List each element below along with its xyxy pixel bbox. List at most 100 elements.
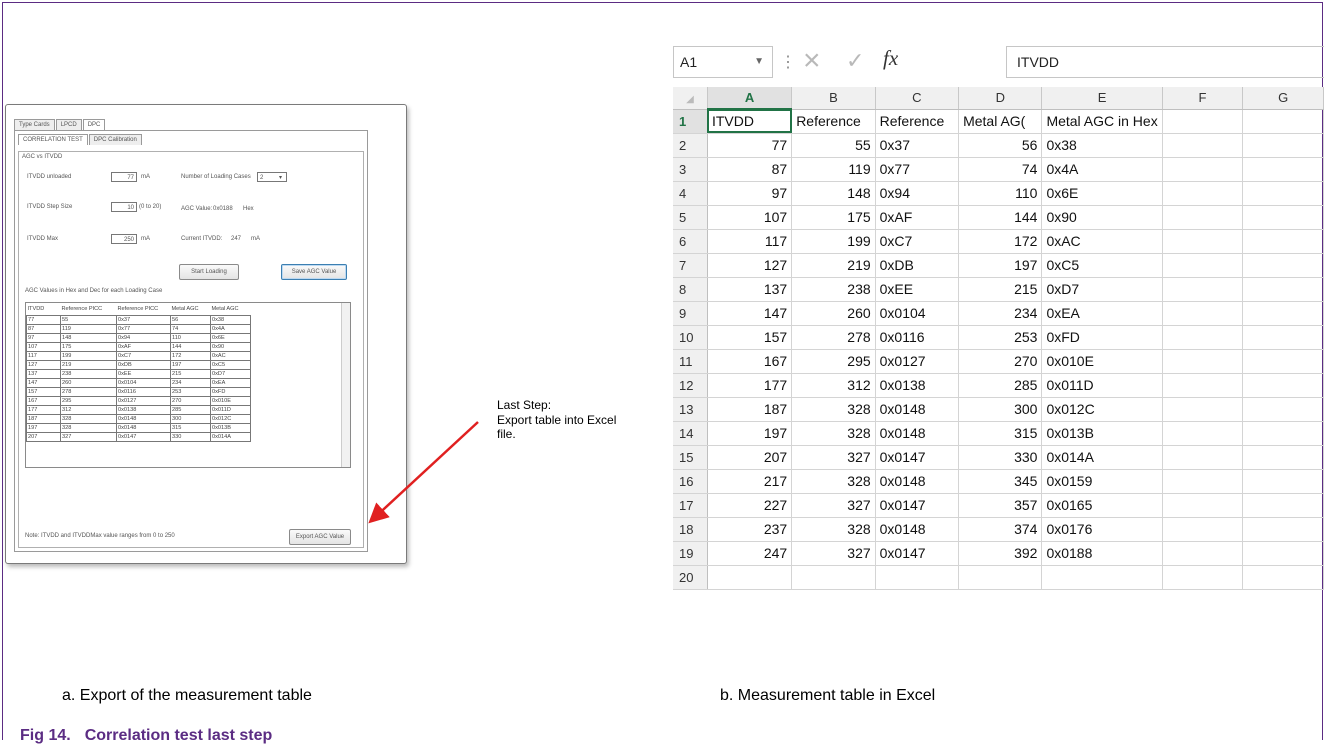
- cell-e18[interactable]: 0x0176: [1041, 517, 1163, 542]
- cell-b19[interactable]: 327: [791, 541, 876, 566]
- tab-lpcd[interactable]: LPCD: [55, 119, 82, 130]
- cell-g17[interactable]: [1242, 493, 1324, 518]
- cell-f12[interactable]: [1162, 373, 1244, 398]
- cell-f1[interactable]: [1162, 109, 1244, 134]
- cell-b3[interactable]: 119: [791, 157, 876, 182]
- cell-b14[interactable]: 328: [791, 421, 876, 446]
- cell-f20[interactable]: [1162, 565, 1244, 590]
- cell-c19[interactable]: 0x0147: [875, 541, 960, 566]
- cell-a3[interactable]: 87: [707, 157, 793, 182]
- cell-g12[interactable]: [1242, 373, 1324, 398]
- cell-f8[interactable]: [1162, 277, 1244, 302]
- cell-a7[interactable]: 127: [707, 253, 793, 278]
- column-header-e[interactable]: E: [1041, 87, 1163, 110]
- cell-e20[interactable]: [1041, 565, 1163, 590]
- cell-f13[interactable]: [1162, 397, 1244, 422]
- cell-g9[interactable]: [1242, 301, 1324, 326]
- cell-e8[interactable]: 0xD7: [1041, 277, 1163, 302]
- cell-c2[interactable]: 0x37: [875, 133, 960, 158]
- cell-e13[interactable]: 0x012C: [1041, 397, 1163, 422]
- cell-b13[interactable]: 328: [791, 397, 876, 422]
- cell-e9[interactable]: 0xEA: [1041, 301, 1163, 326]
- step-size-input[interactable]: 10: [111, 202, 137, 212]
- cell-b2[interactable]: 55: [791, 133, 876, 158]
- column-header-a[interactable]: A: [707, 87, 793, 110]
- row-header[interactable]: 8: [673, 277, 708, 302]
- cell-f14[interactable]: [1162, 421, 1244, 446]
- cell-g5[interactable]: [1242, 205, 1324, 230]
- cell-d15[interactable]: 330: [958, 445, 1043, 470]
- cell-g14[interactable]: [1242, 421, 1324, 446]
- cell-e7[interactable]: 0xC5: [1041, 253, 1163, 278]
- row-header[interactable]: 16: [673, 469, 708, 494]
- row-header[interactable]: 9: [673, 301, 708, 326]
- row-header[interactable]: 17: [673, 493, 708, 518]
- cell-g1[interactable]: [1242, 109, 1324, 134]
- cell-d9[interactable]: 234: [958, 301, 1043, 326]
- row-header[interactable]: 14: [673, 421, 708, 446]
- cell-c14[interactable]: 0x0148: [875, 421, 960, 446]
- cell-c13[interactable]: 0x0148: [875, 397, 960, 422]
- cell-c3[interactable]: 0x77: [875, 157, 960, 182]
- cell-f16[interactable]: [1162, 469, 1244, 494]
- start-loading-button[interactable]: Start Loading: [179, 264, 239, 280]
- cell-a2[interactable]: 77: [707, 133, 793, 158]
- cell-d4[interactable]: 110: [958, 181, 1043, 206]
- function-icon[interactable]: fx: [883, 46, 898, 71]
- row-header[interactable]: 10: [673, 325, 708, 350]
- cell-b12[interactable]: 312: [791, 373, 876, 398]
- tab-dpc-calibration[interactable]: DPC Calibration: [88, 134, 142, 145]
- cell-a5[interactable]: 107: [707, 205, 793, 230]
- enter-icon[interactable]: ✓: [846, 48, 864, 74]
- cell-g4[interactable]: [1242, 181, 1324, 206]
- cell-c15[interactable]: 0x0147: [875, 445, 960, 470]
- cell-c1[interactable]: Reference: [875, 109, 960, 134]
- itvdd-unloaded-input[interactable]: 77: [111, 172, 137, 182]
- cell-b10[interactable]: 278: [791, 325, 876, 350]
- save-agc-button[interactable]: Save AGC Value: [281, 264, 347, 280]
- cancel-icon[interactable]: ×: [803, 44, 821, 78]
- row-header[interactable]: 1: [673, 109, 708, 134]
- cell-g19[interactable]: [1242, 541, 1324, 566]
- cell-f18[interactable]: [1162, 517, 1244, 542]
- column-header-f[interactable]: F: [1162, 87, 1244, 110]
- cell-b5[interactable]: 175: [791, 205, 876, 230]
- cell-a19[interactable]: 247: [707, 541, 793, 566]
- cell-g7[interactable]: [1242, 253, 1324, 278]
- cell-a10[interactable]: 157: [707, 325, 793, 350]
- cell-e6[interactable]: 0xAC: [1041, 229, 1163, 254]
- cell-f3[interactable]: [1162, 157, 1244, 182]
- row-header[interactable]: 7: [673, 253, 708, 278]
- cell-c9[interactable]: 0x0104: [875, 301, 960, 326]
- cell-e1[interactable]: Metal AGC in Hex: [1041, 109, 1163, 134]
- cell-a11[interactable]: 167: [707, 349, 793, 374]
- dropdown-arrow-icon[interactable]: ▼: [754, 47, 764, 77]
- column-header-g[interactable]: G: [1242, 87, 1324, 110]
- column-header-d[interactable]: D: [958, 87, 1043, 110]
- cell-e19[interactable]: 0x0188: [1041, 541, 1163, 566]
- cell-f9[interactable]: [1162, 301, 1244, 326]
- loading-cases-select[interactable]: 2 ▾: [257, 172, 287, 182]
- cell-d3[interactable]: 74: [958, 157, 1043, 182]
- row-header[interactable]: 3: [673, 157, 708, 182]
- cell-b17[interactable]: 327: [791, 493, 876, 518]
- cell-d2[interactable]: 56: [958, 133, 1043, 158]
- cell-b15[interactable]: 327: [791, 445, 876, 470]
- cell-b16[interactable]: 328: [791, 469, 876, 494]
- cell-d19[interactable]: 392: [958, 541, 1043, 566]
- cell-c17[interactable]: 0x0147: [875, 493, 960, 518]
- cell-b7[interactable]: 219: [791, 253, 876, 278]
- cell-f17[interactable]: [1162, 493, 1244, 518]
- cell-d12[interactable]: 285: [958, 373, 1043, 398]
- cell-b18[interactable]: 328: [791, 517, 876, 542]
- cell-b6[interactable]: 199: [791, 229, 876, 254]
- row-header[interactable]: 18: [673, 517, 708, 542]
- row-header[interactable]: 5: [673, 205, 708, 230]
- cell-g8[interactable]: [1242, 277, 1324, 302]
- select-all-corner[interactable]: ◢: [673, 87, 708, 110]
- cell-e4[interactable]: 0x6E: [1041, 181, 1163, 206]
- cell-d13[interactable]: 300: [958, 397, 1043, 422]
- cell-a8[interactable]: 137: [707, 277, 793, 302]
- cell-e3[interactable]: 0x4A: [1041, 157, 1163, 182]
- cell-f11[interactable]: [1162, 349, 1244, 374]
